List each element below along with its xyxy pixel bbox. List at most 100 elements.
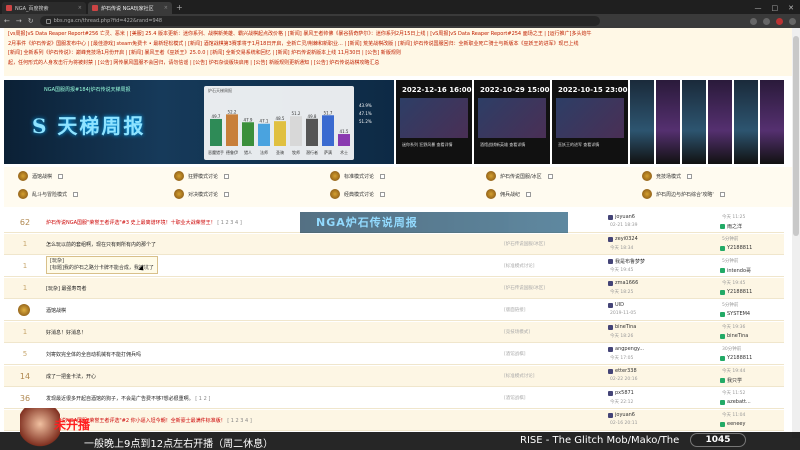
thread-title-link[interactable]: 发现最近很多开起自酒馆的狗子，不会是广告费不够?想必很重啊。 [ 1 2 ]: [46, 395, 210, 402]
subforum-checkbox[interactable]: [380, 191, 386, 197]
tab-baidu[interactable]: NGA_百度搜索 ×: [2, 2, 86, 14]
subforum-item[interactable]: 乱斗与冒险模式: [18, 189, 79, 199]
banner-weekly-report[interactable]: NGA国服周报#184|炉石传说天梯周报 S 天梯周报 炉石天梯周报 49.7 恶…: [4, 80, 394, 164]
new-tab-icon[interactable]: +: [176, 3, 183, 12]
thread-forum[interactable]: [炉石传说国服/冰区]: [504, 285, 545, 291]
thread-forum[interactable]: [酒馆战棋]: [504, 395, 526, 401]
thread-title-link[interactable]: 刘寄奴完全体的全自动机械有不能打佣兵吗: [46, 351, 141, 358]
subforum-checkbox[interactable]: [58, 173, 64, 179]
table-row[interactable]: 77炉石传说NGA国服"荣誉王者评选"#2 你小逼入坦今朝！全新豪士最满件标准版…: [4, 410, 784, 431]
close-window-icon[interactable]: ✕: [788, 4, 794, 12]
url-input[interactable]: bbs.nga.cn/thread.php?fid=422&rand=948: [39, 16, 600, 26]
maximize-icon[interactable]: □: [772, 4, 779, 12]
back-icon[interactable]: ←: [4, 17, 10, 25]
banner-hero-thumb[interactable]: [630, 80, 654, 164]
thread-pages[interactable]: [ 1 2 3 4 ]: [217, 220, 242, 226]
table-row[interactable]: 1 好消息！好消息！ [竞技场模式] bineTina 今天 18:26 今天 19:3…: [4, 322, 784, 343]
subforum-checkbox[interactable]: [687, 173, 693, 179]
table-row[interactable]: 14 成了一把金卡法，开心 [标准模式讨论] etter338 02-22 20:16…: [4, 366, 784, 387]
table-row[interactable]: 酒馆战棋 [版面链接] UID 2019-11-05 5分钟前 SYSTEM4: [4, 300, 784, 321]
minimize-icon[interactable]: —: [755, 4, 762, 12]
user-icon: [720, 378, 725, 383]
thread-pages[interactable]: [ 1 2 ]: [195, 396, 210, 402]
thread-title-link[interactable]: 怎么玩以前的套组啊，现在只有到所有内的那个了: [46, 241, 156, 248]
thread-author[interactable]: joyuan6: [608, 214, 635, 220]
thread-author[interactable]: angpengy...: [608, 346, 644, 352]
subforum-item[interactable]: 标准模式讨论: [330, 171, 386, 181]
scrollbar-thumb[interactable]: [793, 36, 799, 236]
thread-author[interactable]: zeyi0324: [608, 236, 638, 242]
table-row[interactable]: 36 发现最近很多开起自酒馆的狗子，不会是广告费不够?想必很重啊。 [ 1 2 ]…: [4, 388, 784, 409]
last-reply-user[interactable]: SYSTEM4: [720, 311, 750, 317]
subforum-item[interactable]: 狂野模式讨论: [174, 171, 230, 181]
thread-forum[interactable]: [炉石传说国服/冰区]: [504, 241, 545, 247]
menu-icon[interactable]: [789, 17, 796, 25]
announcement-line[interactable]: 起，任何形式的人身攻击行为将被封禁 | [公告] 网传暴风国服不会回归，请勿信谣…: [8, 59, 788, 69]
table-row[interactable]: 1 怎么玩以前的套组啊，现在只有到所有内的那个了 [炉石传说国服/冰区] zeyi0…: [4, 234, 784, 255]
last-reply-user[interactable]: 雨之洋: [720, 223, 742, 230]
thread-title-link[interactable]: 炉石传说NGA国服"荣誉王者评选"#3 史上最离谱环境！十职业大战荣誉王！ [ …: [46, 219, 242, 226]
banner-hero-thumb[interactable]: [734, 80, 758, 164]
subforum-item[interactable]: 佣兵战纪: [486, 189, 532, 199]
thread-author[interactable]: joyuan6: [608, 412, 635, 418]
subforum-checkbox[interactable]: [73, 191, 79, 197]
thread-author[interactable]: bineTina: [608, 324, 636, 330]
subforum-item[interactable]: 竞技场模式: [642, 171, 693, 181]
subforum-checkbox[interactable]: [526, 191, 532, 197]
last-reply-user[interactable]: Y2188811: [720, 289, 752, 295]
thread-title-link[interactable]: 成了一把金卡法，开心: [46, 373, 96, 380]
announcement-line[interactable]: [vs周报]vS Data Reaper Report#256 亡灵、恶米 | …: [8, 30, 788, 40]
table-row[interactable]: 1 [玩杂] 最强寿司者 [炉石传说国服/冰区] zma1666 今天 18:25 今天…: [4, 278, 784, 299]
thread-forum[interactable]: [竞技场模式]: [504, 329, 530, 335]
close-tab-icon[interactable]: ×: [78, 5, 82, 11]
thread-forum[interactable]: [版面链接]: [504, 307, 526, 313]
thread-title-link[interactable]: 好消息！好消息！: [46, 329, 86, 336]
banner-hero-thumb[interactable]: [682, 80, 706, 164]
last-reply-user[interactable]: Y2188811: [720, 355, 752, 361]
tab-nga[interactable]: 炉石传说 NGA玩家社区 ×: [88, 2, 172, 14]
subforum-checkbox[interactable]: [224, 191, 230, 197]
last-reply-user[interactable]: bineTina: [720, 333, 748, 339]
last-reply-user[interactable]: eeneey: [720, 421, 745, 427]
last-reply-user[interactable]: azebatt...: [720, 399, 751, 405]
profile-icon[interactable]: [776, 17, 783, 25]
thread-author[interactable]: etter338: [608, 368, 637, 374]
last-reply-user[interactable]: Y2188811: [720, 245, 752, 251]
extension-icon[interactable]: [750, 17, 757, 25]
thread-pages[interactable]: [ 1 2 3 4 ]: [227, 418, 252, 424]
table-row[interactable]: 5 刘寄奴完全体的全自动机械有不能打佣兵吗 [酒馆战棋] angpengy... 今天…: [4, 344, 784, 365]
forward-icon[interactable]: →: [16, 17, 22, 25]
subforum-item[interactable]: 经典模式讨论: [330, 189, 386, 199]
subforum-checkbox[interactable]: [547, 173, 553, 179]
thread-author[interactable]: 我是布鲁梦梦: [608, 258, 645, 265]
subforum-item[interactable]: 对决模式讨论: [174, 189, 230, 199]
last-reply-user[interactable]: 我只学: [720, 377, 742, 384]
subforum-checkbox[interactable]: [224, 173, 230, 179]
thread-title-link[interactable]: 酒馆战棋: [46, 307, 66, 314]
thread-title-link[interactable]: [玩杂] 最强寿司者: [46, 285, 87, 292]
banner-hero-thumb[interactable]: [708, 80, 732, 164]
thread-forum[interactable]: [标准模式讨论]: [504, 263, 535, 269]
banner-card[interactable]: 2022-10-15 23:00 巫妖王的进军 查看详情: [552, 80, 628, 164]
banner-card[interactable]: 2022-12-16 16:00 迷你系列 狂野风暴 查看详情: [396, 80, 472, 164]
subforum-item[interactable]: 酒馆战棋: [18, 171, 64, 181]
announcement-line[interactable]: 2月事件《炉石传说》国服发布中心 | [最佳游戏] steam免费卡 • 最新轻…: [8, 40, 788, 50]
last-reply-user[interactable]: intendo哥: [720, 267, 751, 274]
banner-card[interactable]: 2022-10-29 15:00 酒馆战棋新英雄 查看详情: [474, 80, 550, 164]
banner-hero-thumb[interactable]: [760, 80, 784, 164]
star-icon[interactable]: [763, 17, 770, 25]
thread-forum[interactable]: [酒馆战棋]: [504, 351, 526, 357]
subforum-item[interactable]: 炉石周边与炉石综合'攻略': [642, 189, 725, 199]
subforum-item[interactable]: 炉石传说国服/冰区: [486, 171, 553, 181]
close-tab-icon[interactable]: ×: [164, 5, 168, 11]
reload-icon[interactable]: ↻: [28, 17, 34, 25]
thread-author[interactable]: px5871: [608, 390, 634, 396]
page-scrollbar[interactable]: [792, 28, 800, 438]
thread-forum[interactable]: [标准模式讨论]: [504, 373, 535, 379]
announcement-line[interactable]: [新闻] 全新系列《炉石传说》：巅峰竞技场1月份开启 | [新闻] 暴风王者《巫…: [8, 49, 788, 59]
subforum-checkbox[interactable]: [380, 173, 386, 179]
subforum-checkbox[interactable]: [719, 191, 725, 197]
banner-hero-thumb[interactable]: [656, 80, 680, 164]
thread-author[interactable]: zma1666: [608, 280, 638, 286]
thread-author[interactable]: UID: [608, 302, 624, 308]
